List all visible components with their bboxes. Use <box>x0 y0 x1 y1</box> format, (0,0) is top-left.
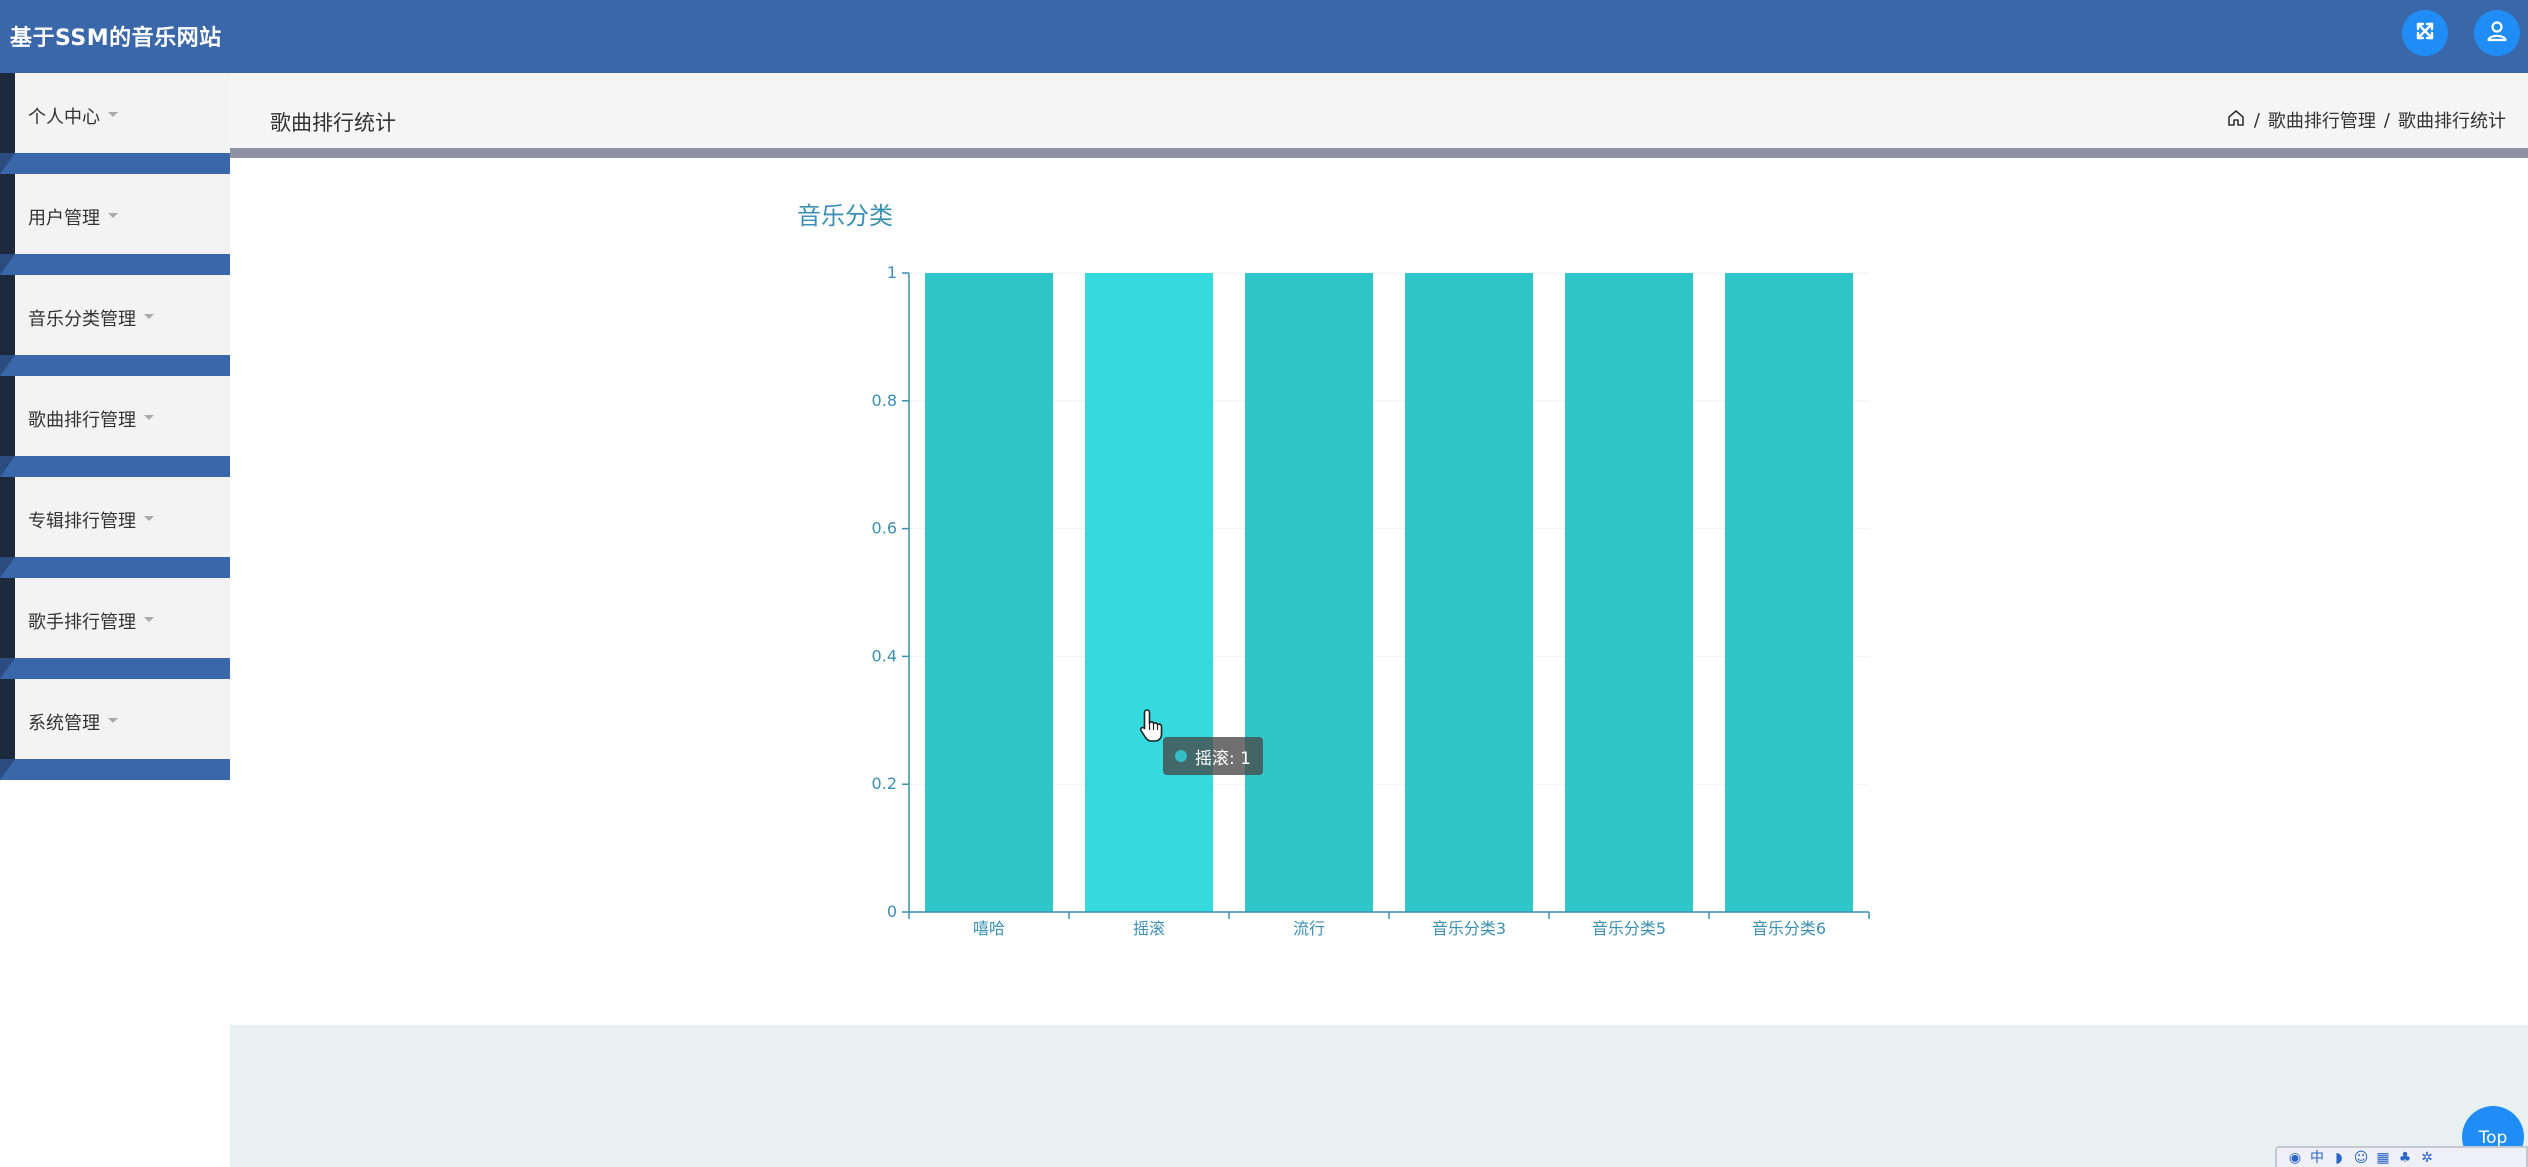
bar-1[interactable] <box>1085 273 1213 912</box>
breadcrumb-separator: / <box>2383 109 2390 131</box>
bar-2[interactable] <box>1245 273 1373 912</box>
top-header: 基于SSM的音乐网站 <box>0 0 2528 73</box>
breadcrumb: / 歌曲排行管理 / 歌曲排行统计 <box>2226 107 2506 133</box>
sidebar: 个人中心 用户管理 音乐分类管理 歌曲排行管理 专辑排行管理 歌手排行管理 系统… <box>0 73 230 784</box>
bar-chart: 0 0.2 0.4 0.6 0.8 1 嘻哈 摇滚 流行 音乐分类3 音乐分类5 音乐分类6 <box>872 263 1870 938</box>
caret-down-icon <box>108 212 118 218</box>
keyboard-icon[interactable]: ▦ <box>2375 1151 2391 1165</box>
sidebar-item-label: 系统管理 <box>28 713 100 734</box>
sidebar-item-label: 用户管理 <box>28 208 100 229</box>
sidebar-group: 用户管理 <box>0 174 230 275</box>
y-tick-label: 1 <box>887 263 897 282</box>
breadcrumb-separator: / <box>2253 109 2260 131</box>
bar-3[interactable] <box>1405 273 1533 912</box>
footer-area <box>230 1025 2528 1167</box>
chart-tooltip: 摇滚: 1 <box>1163 737 1263 775</box>
y-tick-label: 0.8 <box>872 391 897 410</box>
sidebar-item-label: 歌手排行管理 <box>28 612 136 633</box>
sidebar-divider <box>0 557 230 578</box>
sidebar-item-label: 个人中心 <box>28 107 100 128</box>
sidebar-group: 音乐分类管理 <box>0 275 230 376</box>
user-button[interactable] <box>2474 10 2520 56</box>
user-icon <box>2485 19 2509 47</box>
sidebar-item-music-category[interactable]: 音乐分类管理 <box>0 275 230 355</box>
caret-down-icon <box>144 414 154 420</box>
hand-cursor-icon <box>1139 709 1163 742</box>
caret-down-icon <box>144 515 154 521</box>
skin-icon[interactable]: ♣ <box>2397 1151 2413 1165</box>
caret-down-icon <box>144 616 154 622</box>
bar-0[interactable] <box>925 273 1053 912</box>
sidebar-item-album-ranking[interactable]: 专辑排行管理 <box>0 477 230 557</box>
page-title: 歌曲排行统计 <box>270 111 396 135</box>
sidebar-item-label: 专辑排行管理 <box>28 511 136 532</box>
sidebar-group: 系统管理 <box>0 679 230 780</box>
tooltip-marker <box>1175 750 1187 762</box>
sidebar-item-system[interactable]: 系统管理 <box>0 679 230 759</box>
bar-5[interactable] <box>1725 273 1853 912</box>
y-tick-label: 0.6 <box>872 519 897 538</box>
home-icon[interactable] <box>2226 108 2246 133</box>
x-tick-label: 摇滚 <box>1133 919 1165 938</box>
sidebar-divider <box>0 153 230 174</box>
settings-icon[interactable]: ✲ <box>2419 1151 2435 1165</box>
caret-down-icon <box>108 717 118 723</box>
caret-down-icon <box>108 111 118 117</box>
x-tick-label: 流行 <box>1293 919 1325 938</box>
punctuation-icon[interactable]: ◗ <box>2331 1151 2347 1165</box>
caret-down-icon <box>144 313 154 319</box>
sidebar-divider <box>0 355 230 376</box>
sidebar-divider <box>0 658 230 679</box>
app-title: 基于SSM的音乐网站 <box>10 26 222 51</box>
x-tick-label: 音乐分类3 <box>1432 919 1506 938</box>
sidebar-item-users[interactable]: 用户管理 <box>0 174 230 254</box>
sidebar-item-label: 音乐分类管理 <box>28 309 136 330</box>
sidebar-group: 歌曲排行管理 <box>0 376 230 477</box>
ime-mode-label[interactable]: 中 <box>2309 1151 2325 1165</box>
sidebar-group: 专辑排行管理 <box>0 477 230 578</box>
x-tick-label: 音乐分类6 <box>1752 919 1826 938</box>
sidebar-item-profile[interactable]: 个人中心 <box>0 73 230 153</box>
sidebar-group: 歌手排行管理 <box>0 578 230 679</box>
header-divider <box>230 148 2528 158</box>
sidebar-divider <box>0 759 230 780</box>
breadcrumb-item: 歌曲排行统计 <box>2398 111 2506 132</box>
y-tick-label: 0 <box>887 902 897 921</box>
sidebar-item-singer-ranking[interactable]: 歌手排行管理 <box>0 578 230 658</box>
sidebar-item-song-ranking[interactable]: 歌曲排行管理 <box>0 376 230 456</box>
y-tick-label: 0.2 <box>872 774 897 793</box>
fullscreen-button[interactable] <box>2402 10 2448 56</box>
sidebar-divider <box>0 456 230 477</box>
sidebar-group: 个人中心 <box>0 73 230 174</box>
sidebar-divider <box>0 254 230 275</box>
sidebar-item-label: 歌曲排行管理 <box>28 410 136 431</box>
ime-toolbar: ◉ 中 ◗ ☺ ▦ ♣ ✲ <box>2275 1146 2528 1167</box>
chart-title: 音乐分类 <box>797 202 893 230</box>
ime-logo-icon[interactable]: ◉ <box>2287 1151 2303 1165</box>
page-header: 歌曲排行统计 / 歌曲排行管理 / 歌曲排行统计 <box>230 73 2528 148</box>
fullscreen-icon <box>2413 19 2437 47</box>
x-tick-label: 音乐分类5 <box>1592 919 1666 938</box>
y-tick-label: 0.4 <box>872 646 897 665</box>
breadcrumb-item[interactable]: 歌曲排行管理 <box>2268 107 2376 133</box>
x-tick-label: 嘻哈 <box>973 919 1005 938</box>
emoji-icon[interactable]: ☺ <box>2353 1151 2369 1165</box>
bar-4[interactable] <box>1565 273 1693 912</box>
tooltip-text: 摇滚: 1 <box>1195 748 1251 769</box>
